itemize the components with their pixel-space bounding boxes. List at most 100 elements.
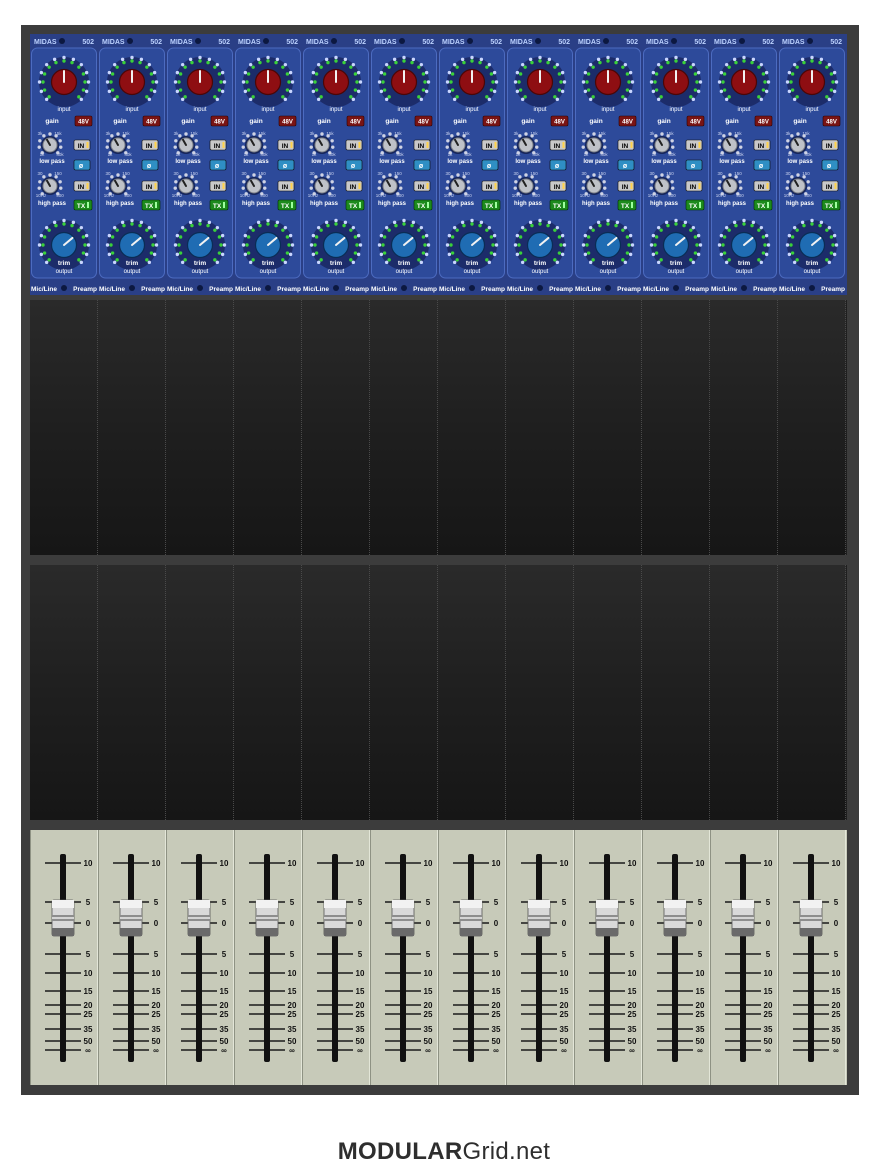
low-pass-in-button-label: IN bbox=[486, 143, 493, 150]
led-dot bbox=[666, 60, 670, 65]
low-pass-label: low pass bbox=[447, 159, 473, 165]
lp-scale-min: 1k bbox=[584, 152, 590, 157]
fader-slot bbox=[740, 854, 746, 1062]
high-pass-in-button-led bbox=[222, 183, 225, 189]
fader-cap-top bbox=[528, 900, 550, 908]
trim-label: trim bbox=[670, 260, 683, 267]
led-dot bbox=[722, 72, 727, 76]
led-dot bbox=[311, 252, 316, 257]
led-dot bbox=[834, 80, 839, 84]
led-dot bbox=[530, 60, 534, 65]
high-pass-label: high pass bbox=[514, 201, 543, 207]
trim-label: trim bbox=[806, 260, 819, 267]
led-dot bbox=[582, 139, 586, 143]
fader-slot bbox=[264, 854, 270, 1062]
rack-row-preamps: MIDAS 502 input gain 48V 3k 15k 1k 40k IN low pass… bbox=[30, 34, 847, 295]
led-dot bbox=[649, 243, 654, 247]
led-dot bbox=[220, 89, 225, 94]
led-dot bbox=[377, 243, 382, 247]
led-dot bbox=[151, 80, 155, 84]
scale-label: 10 bbox=[424, 859, 433, 868]
led-dot bbox=[528, 57, 533, 62]
tx-led bbox=[223, 202, 225, 208]
low-pass-label: low pass bbox=[39, 159, 65, 165]
led-dot bbox=[281, 95, 285, 99]
led-dot bbox=[316, 260, 321, 265]
led-dot bbox=[530, 223, 534, 228]
led-dot bbox=[591, 228, 595, 232]
led-dot bbox=[588, 62, 593, 67]
led-dot bbox=[152, 233, 157, 238]
led-dot bbox=[241, 145, 245, 149]
scale-label: 5 bbox=[358, 950, 363, 959]
led-dot bbox=[696, 252, 701, 257]
led-dot bbox=[586, 251, 591, 255]
low-pass-label: low pass bbox=[243, 159, 269, 165]
led-dot bbox=[83, 243, 87, 247]
scale-label: 25 bbox=[560, 1010, 569, 1019]
preamp-label: Preamp bbox=[277, 286, 301, 293]
led-dot bbox=[334, 218, 338, 223]
scale-label: 5 bbox=[426, 950, 431, 959]
led-dot bbox=[37, 80, 42, 84]
led-dot bbox=[120, 220, 125, 225]
model-label: 502 bbox=[830, 39, 842, 46]
led-dot bbox=[602, 180, 606, 184]
led-dot bbox=[660, 132, 664, 136]
led-dot bbox=[806, 139, 810, 143]
led-dot bbox=[402, 218, 406, 223]
led-dot bbox=[832, 70, 837, 75]
led-dot bbox=[81, 88, 86, 92]
mic-line-label: Mic/Line bbox=[711, 286, 737, 293]
scale-label: 5 bbox=[630, 898, 635, 907]
input-label: input bbox=[465, 107, 478, 113]
led-dot bbox=[41, 80, 45, 84]
low-pass-in-button-label: IN bbox=[622, 143, 629, 150]
led-dot bbox=[598, 223, 602, 228]
led-dot bbox=[130, 59, 134, 63]
led-dot bbox=[109, 243, 113, 247]
lp-scale-max: 40k bbox=[124, 152, 132, 157]
low-pass-in-button-led bbox=[426, 142, 429, 148]
led-dot bbox=[523, 95, 527, 99]
led-dot bbox=[728, 132, 732, 136]
tx-led bbox=[835, 202, 837, 208]
led-dot bbox=[384, 225, 389, 230]
led-dot bbox=[52, 57, 57, 62]
led-dot bbox=[188, 220, 193, 225]
scale-label: 35 bbox=[696, 1025, 705, 1034]
preamp-module: MIDAS 502 input gain 48V 3k 15k 1k 40k IN low pass… bbox=[302, 34, 370, 295]
led-dot bbox=[520, 97, 525, 102]
led-dot bbox=[827, 260, 832, 265]
led-dot bbox=[524, 173, 528, 177]
led-dot bbox=[377, 145, 381, 149]
led-dot bbox=[59, 186, 63, 190]
fader-slot bbox=[332, 854, 338, 1062]
led-dot bbox=[145, 228, 149, 232]
led-dot bbox=[411, 220, 416, 225]
led-dot bbox=[183, 95, 187, 99]
scale-label: 10 bbox=[560, 969, 569, 978]
scale-label: ∞ bbox=[425, 1046, 431, 1055]
led-dot bbox=[38, 180, 42, 184]
led-dot bbox=[178, 72, 183, 76]
led-dot bbox=[126, 180, 130, 184]
led-dot bbox=[251, 228, 255, 232]
scale-label: ∞ bbox=[221, 1046, 227, 1055]
led-dot bbox=[314, 175, 318, 179]
led-dot bbox=[717, 186, 721, 190]
high-pass-in-button-led bbox=[86, 183, 89, 189]
led-dot bbox=[479, 57, 484, 62]
led-dot bbox=[625, 251, 630, 255]
tx-label: TX bbox=[77, 203, 86, 210]
brand-label: MIDAS bbox=[714, 39, 737, 46]
hp-scale-min: 10Hz bbox=[376, 193, 387, 198]
led-dot bbox=[583, 70, 588, 75]
preamp-panel: MIDAS 502inputgain 48V3k 15k1k 40kINlow pass… bbox=[98, 34, 166, 295]
fader-panel: 10505101520253550∞ bbox=[574, 830, 642, 1085]
fader-slot bbox=[672, 854, 678, 1062]
led-dot bbox=[288, 70, 293, 75]
led-dot bbox=[147, 62, 152, 67]
led-dot bbox=[39, 70, 44, 75]
led-dot bbox=[215, 260, 220, 265]
